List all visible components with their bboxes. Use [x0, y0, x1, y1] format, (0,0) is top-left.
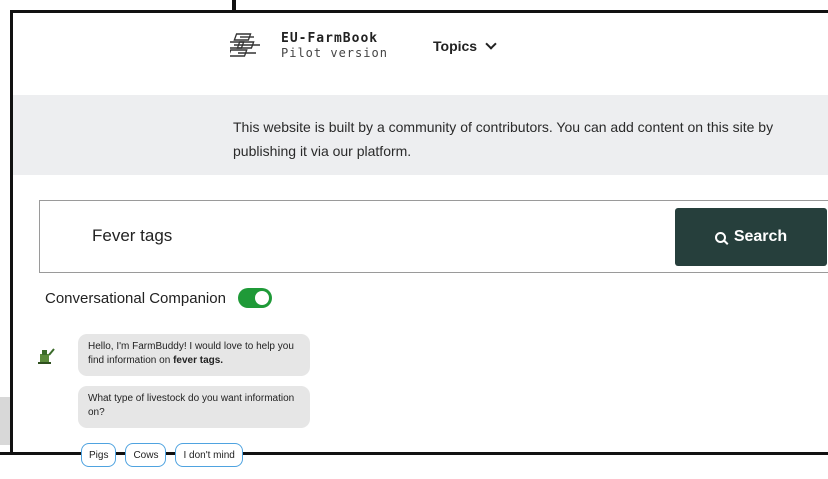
topics-label: Topics	[433, 38, 478, 54]
brand[interactable]: EU-FarmBook Pilot version	[281, 31, 388, 61]
banner-text: This website is built by a community of …	[233, 119, 774, 159]
bot-message-keyword: fever tags.	[173, 355, 224, 366]
companion-toggle[interactable]	[237, 288, 272, 308]
site-header	[13, 13, 828, 91]
companion-label: Conversational Companion	[45, 289, 226, 307]
search-button-label: Search	[733, 228, 788, 245]
farmbuddy-avatar-icon	[38, 348, 55, 364]
topics-menu[interactable]: Topics	[433, 38, 497, 54]
brand-name: EU-FarmBook	[281, 31, 379, 46]
brand-subtitle: Pilot version	[281, 46, 388, 60]
option-chip-pigs[interactable]: Pigs	[81, 443, 117, 467]
bot-question: What type of livestock do you want infor…	[78, 386, 310, 428]
search-icon	[714, 231, 726, 243]
search-button[interactable]: Search	[675, 208, 827, 266]
answer-options: Pigs Cows I don't mind	[81, 443, 243, 467]
farmbook-logo-icon[interactable]	[230, 30, 264, 64]
info-banner: This website is built by a community of …	[13, 95, 828, 175]
option-chip-dont-mind[interactable]: I don't mind	[175, 443, 243, 467]
search-input[interactable]	[90, 225, 594, 247]
companion-row: Conversational Companion	[45, 288, 272, 308]
option-chip-cows[interactable]: Cows	[125, 443, 167, 467]
bot-question-text: What type of livestock do you want infor…	[88, 393, 295, 418]
chevron-down-icon	[485, 38, 497, 50]
bot-message: Hello, I'm FarmBuddy! I would love to he…	[78, 334, 310, 376]
side-tab	[0, 397, 10, 445]
